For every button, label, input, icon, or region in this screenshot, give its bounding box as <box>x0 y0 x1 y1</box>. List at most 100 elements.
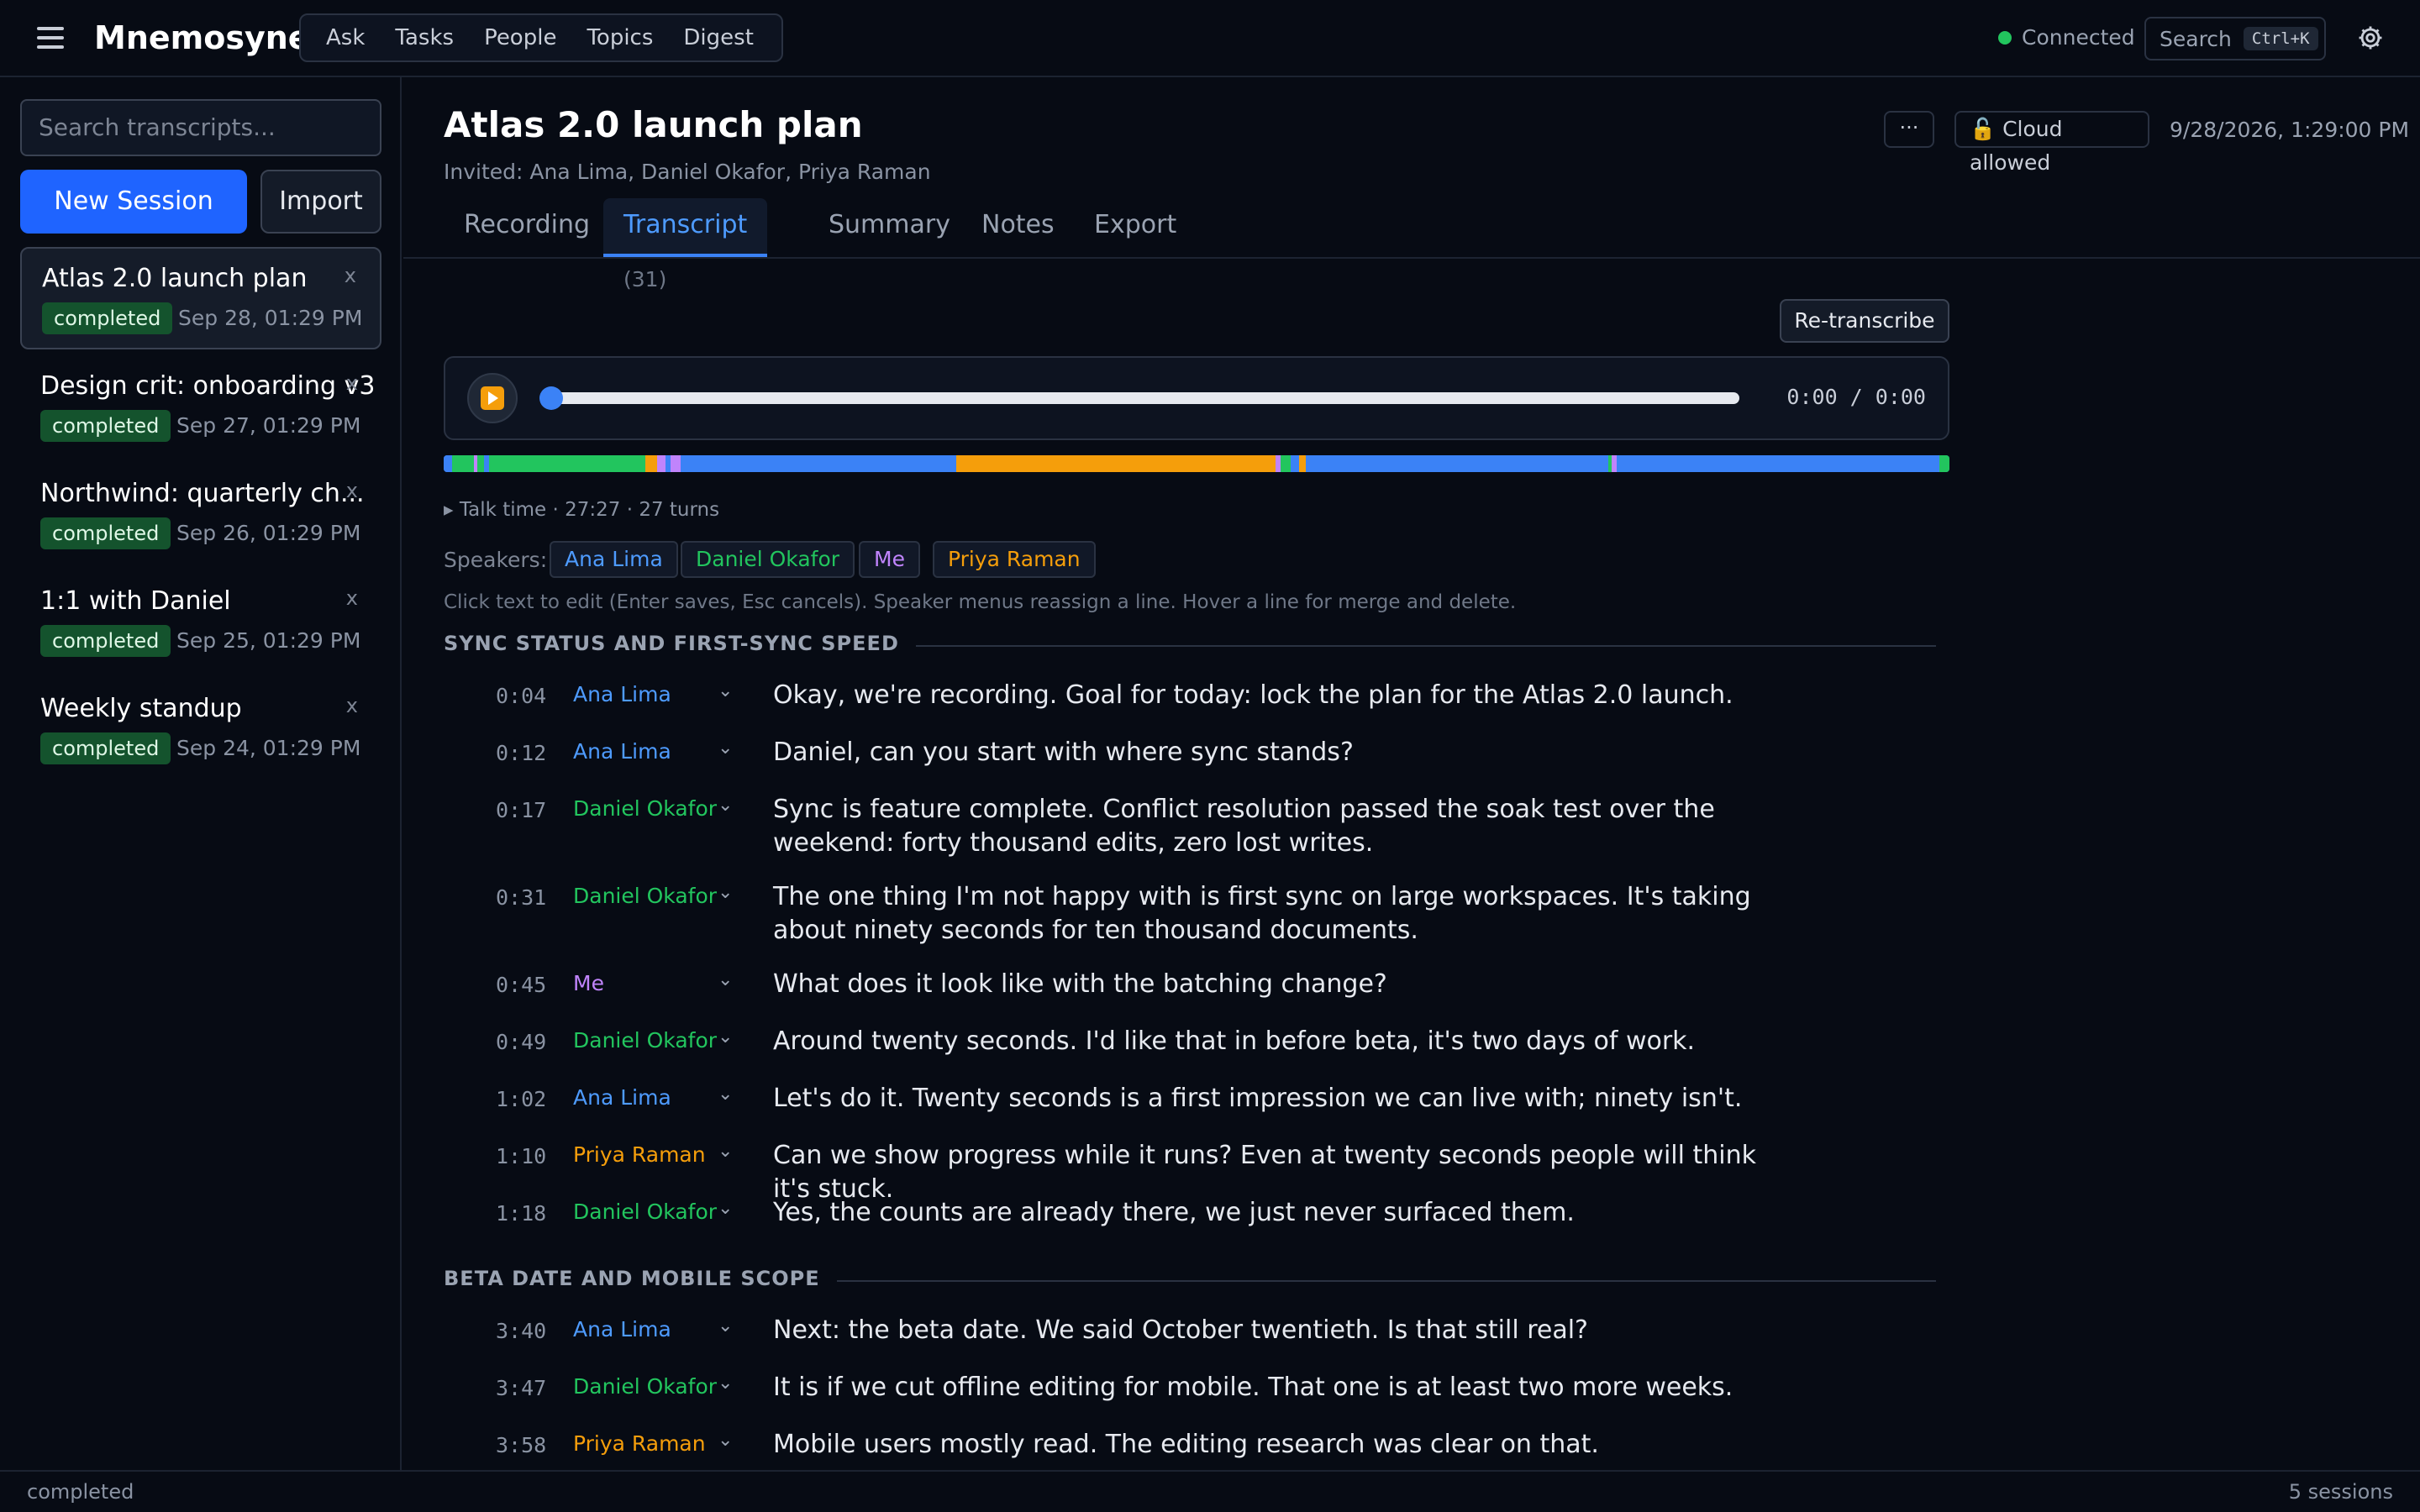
line-speaker[interactable]: Daniel Okafor <box>573 884 717 908</box>
line-speaker[interactable]: Ana Lima <box>573 682 671 706</box>
invited-list: Invited: Ana Lima, Daniel Okafor, Priya … <box>444 160 931 184</box>
line-speaker[interactable]: Daniel Okafor <box>573 1028 717 1053</box>
chevron-down-icon[interactable]: ⌄ <box>718 969 733 990</box>
line-time[interactable]: 1:02 <box>496 1087 571 1111</box>
line-text[interactable]: Yes, the counts are already there, we ju… <box>773 1196 1781 1230</box>
session-item[interactable]: 1:1 with Daniel x completed Sep 25, 01:2… <box>20 571 381 674</box>
chevron-down-icon[interactable]: ⌄ <box>718 1315 733 1336</box>
line-time[interactable]: 0:49 <box>496 1030 571 1054</box>
line-time[interactable]: 0:45 <box>496 973 571 997</box>
line-time[interactable]: 3:40 <box>496 1319 571 1343</box>
line-speaker[interactable]: Priya Raman <box>573 1431 706 1456</box>
tab-transcript[interactable]: Transcript (31) <box>603 198 768 291</box>
speaker-chip-ana-lima[interactable]: Ana Lima <box>550 541 678 578</box>
line-speaker[interactable]: Daniel Okafor <box>573 796 717 821</box>
session-item[interactable]: Northwind: quarterly ch... x completed S… <box>20 464 381 566</box>
close-icon[interactable]: x <box>346 586 358 610</box>
speaker-timeline[interactable] <box>444 455 1949 472</box>
chevron-down-icon[interactable]: ⌄ <box>718 1430 733 1451</box>
chevron-down-icon[interactable]: ⌄ <box>718 795 733 816</box>
session-item[interactable]: Design crit: onboarding v3 x completed S… <box>20 356 381 459</box>
seek-bar[interactable] <box>543 392 1739 404</box>
line-speaker[interactable]: Ana Lima <box>573 1317 671 1341</box>
line-speaker[interactable]: Ana Lima <box>573 1085 671 1110</box>
tab-notes[interactable]: Notes <box>981 198 1055 257</box>
status-badge: completed <box>40 732 171 764</box>
line-text[interactable]: Sync is feature complete. Conflict resol… <box>773 793 1781 860</box>
session-item[interactable]: Weekly standup x completed Sep 24, 01:29… <box>20 679 381 781</box>
line-speaker[interactable]: Daniel Okafor <box>573 1200 717 1224</box>
line-speaker[interactable]: Me <box>573 971 604 995</box>
line-text[interactable]: Daniel, can you start with where sync st… <box>773 736 1781 769</box>
nav-tasks[interactable]: Tasks <box>380 25 469 50</box>
chevron-down-icon[interactable]: ⌄ <box>718 680 733 701</box>
seek-handle[interactable] <box>539 386 563 410</box>
nav-people[interactable]: People <box>469 25 571 50</box>
line-text[interactable]: Next: the beta date. We said October twe… <box>773 1314 1781 1347</box>
chevron-down-icon[interactable]: ⌄ <box>718 882 733 903</box>
tab-recording[interactable]: Recording <box>464 198 590 257</box>
line-time[interactable]: 3:47 <box>496 1376 571 1400</box>
search-button[interactable]: Search Ctrl+K <box>2144 17 2326 60</box>
session-title: Weekly standup <box>40 694 242 723</box>
section-header: SYNC STATUS AND FIRST-SYNC SPEED <box>444 632 1936 659</box>
line-time[interactable]: 1:18 <box>496 1201 571 1226</box>
cloud-permission-toggle[interactable]: 🔓 Cloud allowed <box>1954 111 2149 175</box>
line-text[interactable]: Mobile users mostly read. The editing re… <box>773 1428 1781 1462</box>
chevron-down-icon[interactable]: ⌄ <box>718 1373 733 1394</box>
close-icon[interactable]: x <box>345 264 356 287</box>
line-time[interactable]: 3:58 <box>496 1433 571 1457</box>
nav-ask[interactable]: Ask <box>311 25 380 50</box>
line-text[interactable]: It is if we cut offline editing for mobi… <box>773 1371 1781 1404</box>
session-count: 5 sessions <box>2288 1480 2393 1504</box>
nav-topics[interactable]: Topics <box>571 25 668 50</box>
timeline-segment <box>1281 455 1291 472</box>
session-item[interactable]: Atlas 2.0 launch plan x completed Sep 28… <box>20 247 381 349</box>
tab-export[interactable]: Export <box>1094 198 1176 257</box>
close-icon[interactable]: x <box>346 371 358 395</box>
timeline-segment <box>477 455 484 472</box>
section-title: SYNC STATUS AND FIRST-SYNC SPEED <box>444 632 916 655</box>
chevron-down-icon[interactable]: ⌄ <box>718 1084 733 1105</box>
talk-time-toggle[interactable]: ▸ Talk time · 27:27 · 27 turns <box>444 499 719 521</box>
line-time[interactable]: 0:17 <box>496 798 571 822</box>
nav-digest[interactable]: Digest <box>668 25 768 50</box>
more-options-button[interactable]: ··· <box>1884 111 1934 148</box>
chevron-down-icon[interactable]: ⌄ <box>718 738 733 759</box>
connection-status: Connected <box>1998 25 2135 50</box>
line-text[interactable]: What does it look like with the batching… <box>773 968 1781 1001</box>
transcript-search-input[interactable]: Search transcripts... <box>20 99 381 156</box>
line-speaker[interactable]: Daniel Okafor <box>573 1374 717 1399</box>
speaker-chip-me[interactable]: Me <box>859 541 920 578</box>
line-text[interactable]: Let's do it. Twenty seconds is a first i… <box>773 1082 1781 1116</box>
new-session-button[interactable]: New Session <box>20 170 247 234</box>
close-icon[interactable]: x <box>346 694 358 717</box>
speaker-chip-priya-raman[interactable]: Priya Raman <box>933 541 1096 578</box>
play-button[interactable] <box>467 373 518 423</box>
timeline-segment <box>645 455 657 472</box>
section-title: BETA DATE AND MOBILE SCOPE <box>444 1267 837 1290</box>
chevron-down-icon[interactable]: ⌄ <box>718 1198 733 1219</box>
status-dot-icon <box>1998 30 2012 45</box>
line-time[interactable]: 0:12 <box>496 741 571 765</box>
line-time[interactable]: 0:31 <box>496 885 571 910</box>
line-time[interactable]: 1:10 <box>496 1144 571 1168</box>
tab-summary[interactable]: Summary <box>829 198 950 257</box>
top-bar: Mnemosyne Ask Tasks People Topics Digest… <box>0 0 2420 77</box>
play-icon <box>481 386 504 410</box>
close-icon[interactable]: x <box>346 479 358 502</box>
line-text[interactable]: Okay, we're recording. Goal for today: l… <box>773 679 1781 712</box>
line-text[interactable]: The one thing I'm not happy with is firs… <box>773 880 1781 948</box>
timeline-segment <box>671 455 681 472</box>
line-speaker[interactable]: Priya Raman <box>573 1142 706 1167</box>
line-speaker[interactable]: Ana Lima <box>573 739 671 764</box>
import-button[interactable]: Import <box>260 170 381 234</box>
re-transcribe-button[interactable]: Re-transcribe <box>1780 299 1949 343</box>
line-time[interactable]: 0:04 <box>496 684 571 708</box>
menu-icon[interactable] <box>37 27 64 49</box>
line-text[interactable]: Around twenty seconds. I'd like that in … <box>773 1025 1781 1058</box>
speaker-chip-daniel-okafor[interactable]: Daniel Okafor <box>681 541 855 578</box>
chevron-down-icon[interactable]: ⌄ <box>718 1026 733 1047</box>
chevron-down-icon[interactable]: ⌄ <box>718 1141 733 1162</box>
gear-icon[interactable] <box>2356 24 2385 52</box>
